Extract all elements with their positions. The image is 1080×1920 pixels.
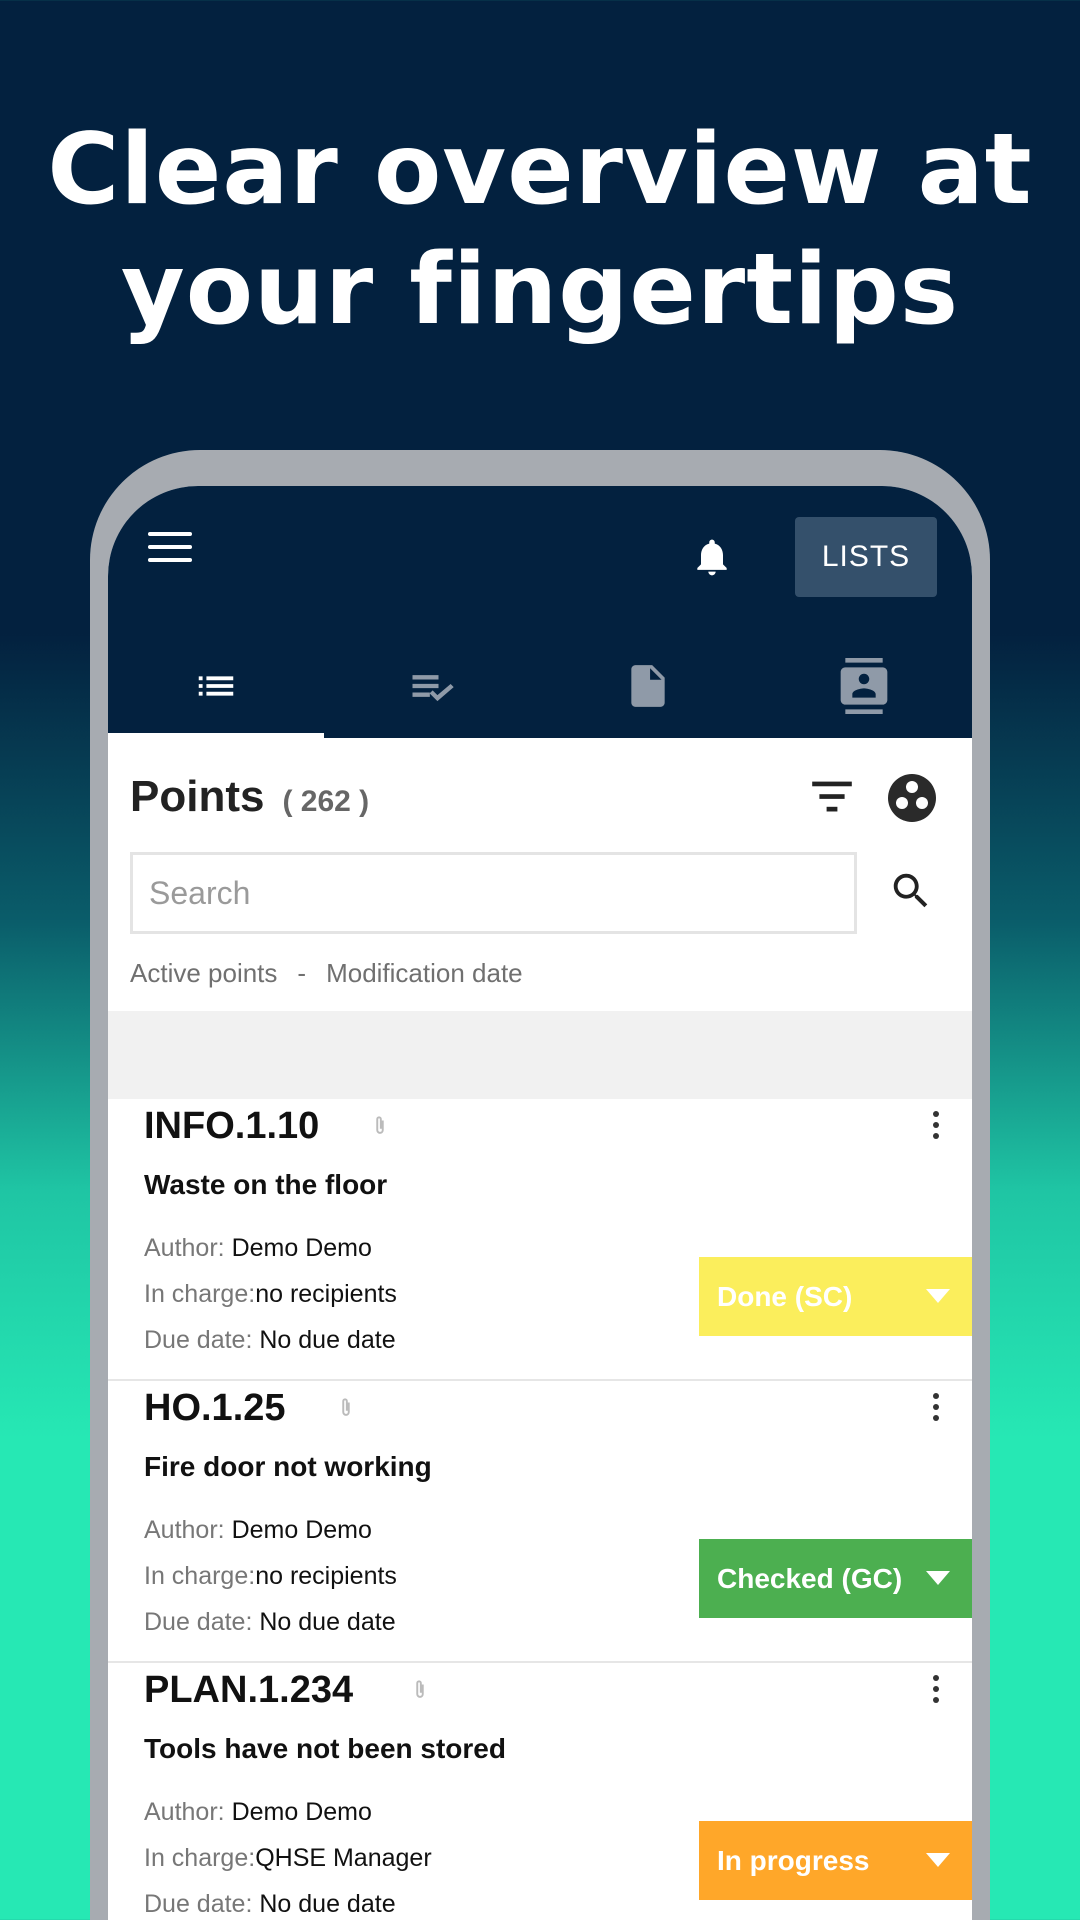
point-id: HO.1.25 xyxy=(144,1387,286,1429)
point-author: Author: Demo Demo xyxy=(144,1234,372,1262)
bell-icon[interactable] xyxy=(690,532,734,582)
point-id: INFO.1.10 xyxy=(144,1105,320,1147)
list-icon xyxy=(198,676,234,696)
tab-bar xyxy=(108,634,972,738)
point-due-date: Due date: No due date xyxy=(144,1890,396,1918)
point-id: PLAN.1.234 xyxy=(144,1669,354,1711)
more-vertical-icon[interactable] xyxy=(926,1111,946,1145)
point-title: Fire door not working xyxy=(144,1451,432,1482)
page-title: Points xyxy=(130,772,265,821)
search-input[interactable] xyxy=(130,852,857,934)
paperclip-icon xyxy=(416,1680,424,1698)
point-author: Author: Demo Demo xyxy=(144,1798,372,1826)
more-vertical-icon[interactable] xyxy=(926,1393,946,1427)
filter-sort: Modification date xyxy=(326,958,523,988)
paperclip-icon xyxy=(342,1398,350,1416)
filter-separator: - xyxy=(297,958,307,988)
status-dropdown[interactable]: In progress xyxy=(699,1821,972,1900)
tab-points[interactable] xyxy=(108,634,324,738)
chevron-down-icon xyxy=(926,1853,950,1867)
tab-checklists[interactable] xyxy=(324,634,540,738)
point-title: Tools have not been stored xyxy=(144,1733,506,1764)
point-card[interactable]: HO.1.25 Fire door not working Author: De… xyxy=(108,1381,972,1663)
point-card[interactable]: PLAN.1.234 Tools have not been stored Au… xyxy=(108,1663,972,1920)
tab-documents[interactable] xyxy=(540,634,756,738)
status-dropdown[interactable]: Checked (GC) xyxy=(699,1539,972,1618)
point-in-charge: In charge:QHSE Manager xyxy=(144,1844,432,1872)
points-header: Points ( 262 ) xyxy=(130,772,369,822)
paperclip-icon xyxy=(376,1116,384,1134)
contacts-icon xyxy=(840,658,888,714)
list-spacer xyxy=(108,1011,972,1099)
status-label: In progress xyxy=(717,1844,870,1876)
filter-state: Active points xyxy=(130,958,278,988)
point-author: Author: Demo Demo xyxy=(144,1516,372,1544)
more-vertical-icon[interactable] xyxy=(926,1675,946,1709)
lists-button[interactable]: LISTS xyxy=(795,517,937,597)
document-icon xyxy=(631,665,665,707)
point-in-charge: In charge:no recipients xyxy=(144,1562,397,1590)
app-header: LISTS xyxy=(108,486,972,738)
app-screen: LISTS Points (262) Search Active point… xyxy=(108,486,972,1920)
point-due-date: Due date: No due date xyxy=(144,1326,396,1354)
tab-contacts[interactable] xyxy=(756,634,972,738)
status-dropdown[interactable]: Done (SC) xyxy=(699,1257,972,1336)
group-icon[interactable] xyxy=(888,774,936,822)
status-label: Done (SC) xyxy=(717,1280,853,1312)
chevron-down-icon xyxy=(926,1571,950,1585)
point-title: Waste on the floor xyxy=(144,1169,388,1200)
point-in-charge: In charge:no recipients xyxy=(144,1280,397,1308)
promo-headline: Clear overview at your fingertips xyxy=(0,110,1080,350)
hamburger-menu-icon[interactable] xyxy=(148,532,192,566)
search-icon[interactable] xyxy=(888,868,934,914)
status-label: Checked (GC) xyxy=(717,1562,903,1594)
promo-line-1: Clear overview at xyxy=(47,113,1033,227)
point-due-date: Due date: No due date xyxy=(144,1608,396,1636)
points-count: ( 262 ) xyxy=(282,785,370,818)
promo-line-2: your fingertips xyxy=(120,233,960,347)
chevron-down-icon xyxy=(926,1289,950,1303)
active-filters[interactable]: Active points - Modification date xyxy=(130,958,523,989)
filter-icon[interactable] xyxy=(810,778,854,814)
checklist-icon xyxy=(412,675,454,702)
point-card[interactable]: INFO.1.10 Waste on the floor Author: Dem… xyxy=(108,1099,972,1381)
